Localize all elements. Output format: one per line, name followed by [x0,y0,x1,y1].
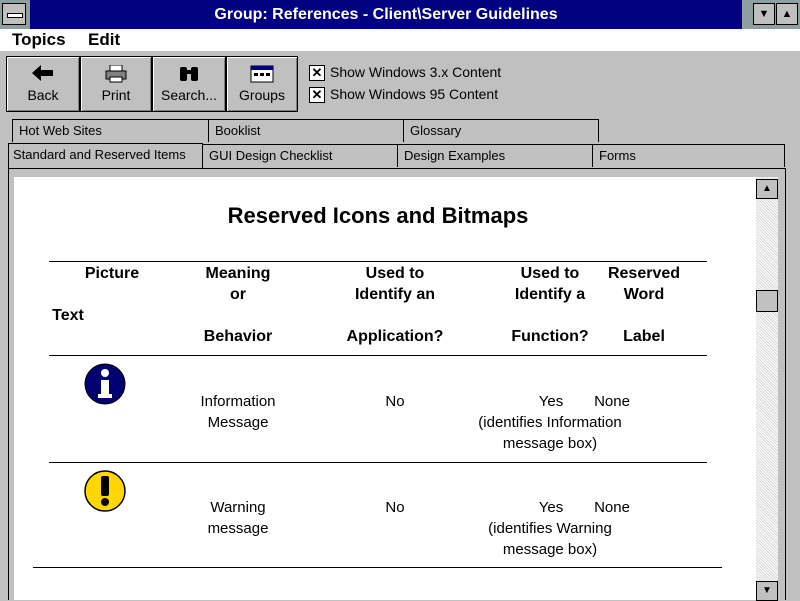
col-func-line3: Function? [511,328,589,345]
col-func-line2: Identify a [514,286,586,303]
groups-label: Groups [239,87,285,103]
menu-topics[interactable]: Topics [12,29,66,51]
row1-meaning-line1: Information [200,393,276,410]
row2-rule [33,567,722,568]
search-label: Search... [160,87,218,103]
col-picture: Picture [84,265,140,282]
row2-func-line3: message box) [502,541,598,558]
scroll-down-icon: ▼ [762,585,772,596]
scroll-thumb[interactable] [756,290,778,312]
back-label: Back [27,87,59,103]
groups-button[interactable]: Groups [226,56,298,112]
show-win95-checkbox[interactable]: ✕ [309,87,325,103]
col-app-line2: Identify an [354,286,435,303]
menu-bar: Topics Edit [0,29,800,52]
help-content: Reserved Icons and Bitmaps Picture Text … [14,177,756,600]
row1-meaning-line2: Message [207,414,269,431]
col-text: Text [52,307,84,324]
tab-glossary[interactable]: Glossary [403,119,599,142]
scroll-up-icon: ▲ [762,183,772,194]
row2-meaning-line2: message [207,520,269,537]
minimize-button[interactable]: ▼ [753,3,775,25]
row1-func-line2: (identifies Information [478,414,622,431]
search-button[interactable]: Search... [152,56,226,112]
header-top-rule [49,261,707,262]
col-func-line1: Used to [520,265,580,282]
show-win3x-checkbox[interactable]: ✕ [309,65,325,81]
tab-design-examples[interactable]: Design Examples [397,144,593,167]
binoculars-icon [180,67,198,81]
col-reserved-line2: Word [623,286,665,303]
scroll-up-button[interactable]: ▲ [756,179,778,199]
system-menu-icon [7,13,23,18]
row1-rule [49,462,707,463]
print-label: Print [101,87,131,103]
col-meaning-line2: or [230,286,246,303]
row2-meaning-line1: Warning [210,499,266,516]
vertical-scrollbar[interactable]: ▲ ▼ [756,177,778,601]
information-icon [84,363,126,405]
col-reserved-line1: Reserved [607,265,681,282]
back-arrow-icon [32,65,53,81]
header-bottom-rule [49,355,707,356]
show-win95-label[interactable]: Show Windows 95 Content [330,86,498,102]
print-button[interactable]: Print [80,56,152,112]
row2-reserved: None [594,499,630,516]
col-reserved-line3: Label [623,328,665,345]
row1-func-line3: message box) [502,435,598,452]
minimize-icon: ▼ [758,8,770,20]
tab-booklist[interactable]: Booklist [208,119,404,142]
tab-hot-web-sites[interactable]: Hot Web Sites [12,119,209,142]
show-win3x-label[interactable]: Show Windows 3.x Content [330,64,501,80]
scroll-down-button[interactable]: ▼ [756,581,778,601]
system-menu-button[interactable] [2,3,26,25]
back-button[interactable]: Back [6,56,80,112]
col-app-line3: Application? [346,328,444,345]
warning-icon [84,470,126,512]
tab-gui-design-checklist[interactable]: GUI Design Checklist [202,144,398,167]
col-app-line1: Used to [365,265,425,282]
row1-app: No [385,393,405,410]
col-meaning-line3: Behavior [203,328,273,345]
maximize-button[interactable]: ▲ [776,3,798,25]
row2-func-line2: (identifies Warning [488,520,612,537]
window-title: Group: References - Client\Server Guidel… [30,0,742,29]
row2-app: No [385,499,405,516]
printer-icon [105,65,127,83]
tab-standard-and-reserved-items[interactable]: Standard and Reserved Items [8,143,203,169]
toolbar: Back Print Search... Groups ✕ Show Windo… [0,51,800,114]
title-bar: Group: References - Client\Server Guidel… [0,0,800,30]
page-title: Reserved Icons and Bitmaps [227,203,529,228]
row1-reserved: None [594,393,630,410]
maximize-icon: ▲ [781,8,793,20]
menu-edit[interactable]: Edit [88,29,120,51]
groups-icon [250,65,274,83]
col-meaning-line1: Meaning [205,265,271,282]
tab-forms[interactable]: Forms [592,144,785,167]
